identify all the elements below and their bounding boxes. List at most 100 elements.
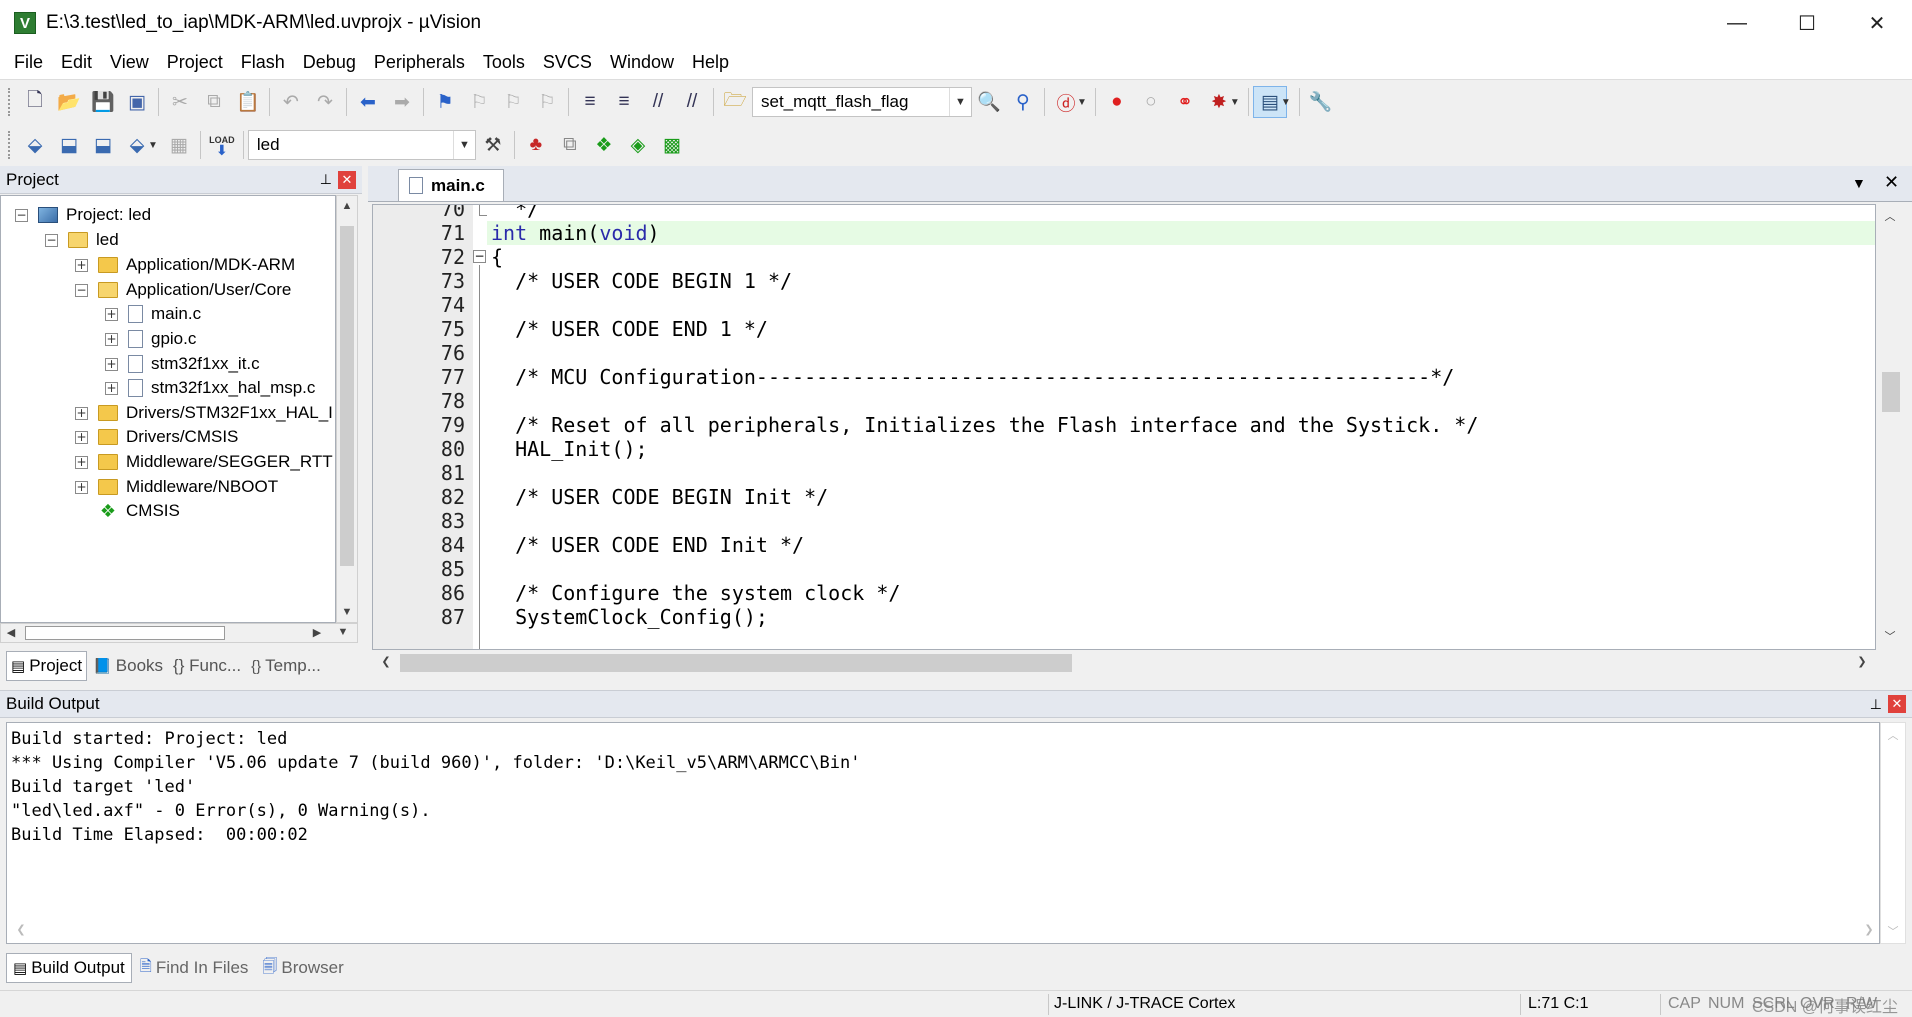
tab-find-in-files[interactable]: 🗎 Find In Files xyxy=(134,953,255,983)
expand-icon[interactable]: + xyxy=(105,381,118,395)
minimize-button[interactable]: — xyxy=(1702,0,1772,46)
expand-icon[interactable]: + xyxy=(75,455,88,469)
menu-window[interactable]: Window xyxy=(601,52,683,73)
enable-breakpoint-icon[interactable]: ○ xyxy=(1134,86,1168,118)
navigate-forward-icon[interactable]: ➡ xyxy=(385,86,419,118)
tab-build-output[interactable]: ▤ Build Output xyxy=(6,953,132,983)
scrollbar-thumb[interactable] xyxy=(340,226,354,566)
toolbar-grip[interactable] xyxy=(8,88,12,116)
cut-icon[interactable]: ✂ xyxy=(163,86,197,118)
scroll-up-icon[interactable]: ︿ xyxy=(1883,727,1903,743)
navigate-back-icon[interactable]: ⬅ xyxy=(351,86,385,118)
chevron-down-icon[interactable]: ▼ xyxy=(148,140,158,151)
tab-project[interactable]: ▤ Project xyxy=(6,651,88,681)
tab-functions[interactable]: {} Func... xyxy=(169,651,245,681)
scroll-down-icon[interactable]: ▼ xyxy=(333,626,353,638)
expand-icon[interactable]: + xyxy=(75,258,88,272)
menu-edit[interactable]: Edit xyxy=(52,52,101,73)
new-file-icon[interactable]: 🗋 xyxy=(18,86,52,118)
close-window-button[interactable]: ✕ xyxy=(1842,0,1912,46)
manage-runtime-icon[interactable]: ❖ xyxy=(587,129,621,161)
tree-node-group[interactable]: + Drivers/CMSIS xyxy=(75,424,238,450)
menu-file[interactable]: File xyxy=(5,52,52,73)
scroll-right-icon[interactable]: ❯ xyxy=(1852,655,1872,668)
tab-main-c[interactable]: main.c xyxy=(398,169,504,201)
open-file-icon[interactable]: 📂 xyxy=(52,86,86,118)
pack-installer-icon[interactable]: ◈ xyxy=(621,129,655,161)
tab-templates[interactable]: {} Temp... xyxy=(247,651,325,681)
code-line[interactable]: 77 /* MCU Configuration-----------------… xyxy=(373,365,1875,389)
redo-icon[interactable]: ↷ xyxy=(308,86,342,118)
indent-icon[interactable]: ≡ xyxy=(573,86,607,118)
code-line[interactable]: 85 xyxy=(373,557,1875,581)
tree-node-target[interactable]: − led xyxy=(45,227,119,253)
copy-icon[interactable]: ⧉ xyxy=(197,86,231,118)
bookmark-icon[interactable]: ⚑ xyxy=(428,86,462,118)
expand-icon[interactable]: + xyxy=(105,332,118,346)
scroll-up-icon[interactable]: ︿ xyxy=(1880,208,1900,224)
expand-icon[interactable]: + xyxy=(75,480,88,494)
menu-peripherals[interactable]: Peripherals xyxy=(365,52,474,73)
menu-flash[interactable]: Flash xyxy=(232,52,294,73)
save-icon[interactable]: 💾 xyxy=(86,86,120,118)
tree-node-file[interactable]: + main.c xyxy=(105,301,201,327)
chevron-down-icon[interactable]: ▼ xyxy=(1077,97,1087,108)
scroll-down-icon[interactable]: ▼ xyxy=(337,606,357,618)
expand-icon[interactable]: + xyxy=(105,357,118,371)
scroll-left-icon[interactable]: ❮ xyxy=(376,655,396,668)
close-panel-button[interactable]: ✕ xyxy=(1888,695,1906,713)
tree-node-file[interactable]: + stm32f1xx_hal_msp.c xyxy=(105,375,315,401)
unindent-icon[interactable]: ≡ xyxy=(607,86,641,118)
scroll-left-icon[interactable]: ❮ xyxy=(11,923,31,936)
uncomment-icon[interactable]: // xyxy=(675,86,709,118)
chevron-down-icon[interactable]: ▼ xyxy=(1230,97,1240,108)
find-icon[interactable]: 🔍 xyxy=(972,86,1006,118)
tree-node-group[interactable]: + Drivers/STM32F1xx_HAL_I xyxy=(75,400,333,426)
collapse-icon[interactable]: − xyxy=(45,233,58,247)
toolbar-grip[interactable] xyxy=(8,131,12,159)
select-packs-icon[interactable]: ⧉ xyxy=(553,129,587,161)
build-icon[interactable]: ⬓ xyxy=(52,129,86,161)
scrollbar-thumb[interactable] xyxy=(25,626,225,640)
prev-bookmark-icon[interactable]: ⚐ xyxy=(462,86,496,118)
build-vertical-scrollbar[interactable]: ︿ ﹀ xyxy=(1880,722,1906,944)
chevron-down-icon[interactable]: ▼ xyxy=(1852,175,1866,191)
pin-icon[interactable]: ⊥ xyxy=(320,171,332,188)
menu-view[interactable]: View xyxy=(101,52,158,73)
code-line[interactable]: 71 int main(void) xyxy=(373,221,1875,245)
code-line[interactable]: 79 /* Reset of all peripherals, Initiali… xyxy=(373,413,1875,437)
scroll-right-icon[interactable]: ▶ xyxy=(307,626,327,639)
editor-vertical-scrollbar[interactable]: ︿ ﹀ xyxy=(1876,204,1904,650)
translate-icon[interactable]: ⬙ xyxy=(18,129,52,161)
tree-node-group[interactable]: − Application/User/Core xyxy=(75,277,291,303)
code-line[interactable]: 75 /* USER CODE END 1 */ xyxy=(373,317,1875,341)
code-line[interactable]: 72 {− xyxy=(373,245,1875,269)
stop-build-icon[interactable]: ▦ xyxy=(162,129,196,161)
code-line[interactable]: 86 /* Configure the system clock */ xyxy=(373,581,1875,605)
code-line[interactable]: 78 xyxy=(373,389,1875,413)
code-line[interactable]: 83 xyxy=(373,509,1875,533)
menu-help[interactable]: Help xyxy=(683,52,738,73)
menu-tools[interactable]: Tools xyxy=(474,52,534,73)
rebuild-icon[interactable]: ⬓ xyxy=(86,129,120,161)
tab-browser[interactable]: 🗐 Browser xyxy=(256,953,349,983)
code-line[interactable]: 82 /* USER CODE BEGIN Init */ xyxy=(373,485,1875,509)
tree-node-file[interactable]: + gpio.c xyxy=(105,326,196,352)
code-line[interactable]: 74 xyxy=(373,293,1875,317)
expand-icon[interactable]: + xyxy=(105,307,118,321)
manage-project-items-icon[interactable]: ♣ xyxy=(519,129,553,161)
find-combo[interactable]: set_mqtt_flash_flag ▼ xyxy=(752,87,972,117)
paste-icon[interactable]: 📋 xyxy=(231,86,265,118)
code-line[interactable]: 73 /* USER CODE BEGIN 1 */ xyxy=(373,269,1875,293)
code-line[interactable]: 70 */ xyxy=(373,205,1875,221)
pin-icon[interactable]: ⊥ xyxy=(1870,696,1882,713)
configure-icon[interactable]: 🔧 xyxy=(1304,86,1338,118)
menu-debug[interactable]: Debug xyxy=(294,52,365,73)
tree-node-file[interactable]: + stm32f1xx_it.c xyxy=(105,351,260,377)
code-editor[interactable]: 70 */71 int main(void) 72{−73 /* USER CODE… xyxy=(372,204,1876,650)
code-line[interactable]: 87 SystemClock_Config(); xyxy=(373,605,1875,629)
menu-svcs[interactable]: SVCS xyxy=(534,52,601,73)
next-bookmark-icon[interactable]: ⚐ xyxy=(496,86,530,118)
collapse-icon[interactable]: − xyxy=(15,208,28,222)
undo-icon[interactable]: ↶ xyxy=(274,86,308,118)
